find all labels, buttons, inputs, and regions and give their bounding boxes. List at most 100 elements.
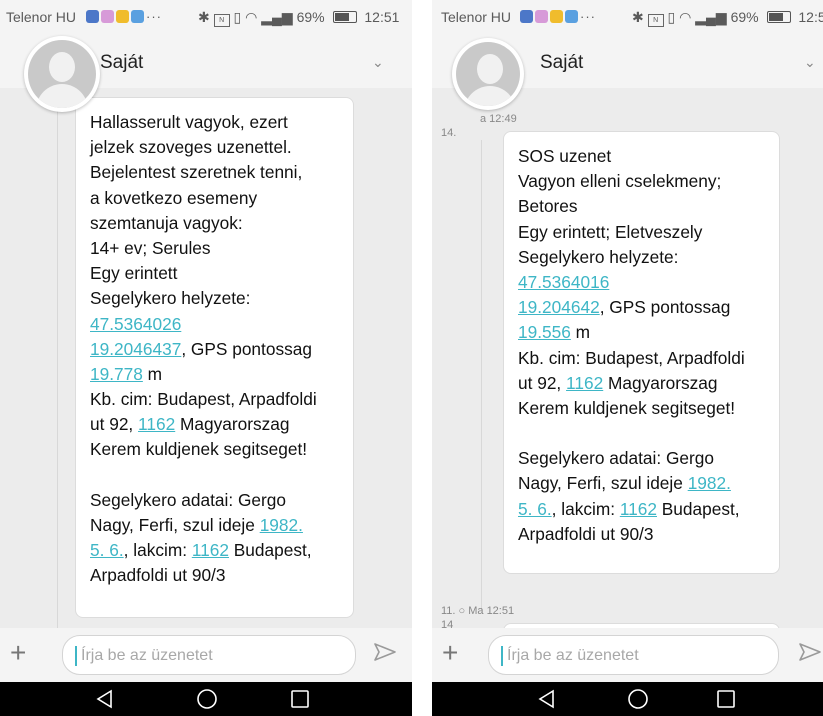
home-icon[interactable] [195,682,219,716]
app-icon [550,10,563,23]
bluetooth-icon: ✱ [632,9,644,25]
message-line: ut 92, 1162 Magyarorszag [90,412,339,437]
send-icon[interactable] [798,641,822,663]
message-icon [131,10,144,23]
navigation-bar [432,682,823,716]
message-text: 14+ ev; Serules [90,237,211,258]
message-text: , lakcim: [551,498,620,519]
message-line: 19.778 m [90,362,339,387]
avatar[interactable] [24,36,100,112]
message-text: Egy erintett [90,263,178,284]
message-link[interactable]: 1162 [192,540,229,560]
message-link[interactable]: 5. 6. [90,540,124,560]
message-link[interactable]: 1162 [566,373,603,393]
home-icon[interactable] [626,682,650,716]
message-text: Segelykero helyzete: [90,288,251,309]
battery-percent: 69% [730,9,759,25]
message-text: Kb. cim: Budapest, Arpadfoldi [90,389,317,410]
message-line: 19.2046437, GPS pontossag [90,337,339,362]
message-line: 47.5364026 [90,312,339,337]
message-line: 5. 6., lakcim: 1162 Budapest, [518,497,765,522]
message-link[interactable]: 1982. [688,473,731,493]
message-text: , lakcim: [123,540,192,561]
message-line: 19.556 m [518,320,765,345]
wifi-icon: ◠ [679,9,692,25]
message-text: Nagy, Ferfi, szul ideje [90,515,260,535]
message-text: Kb. cim: Budapest, Arpadfoldi [518,347,745,368]
message-text: Segelykero adatai: Gergo [90,489,286,510]
message-text: Betores [518,196,578,217]
plus-icon[interactable]: + [442,638,458,668]
chevron-down-icon[interactable]: ⌄ [372,54,384,71]
message-line: 47.5364016 [518,270,765,295]
back-icon[interactable] [535,682,559,716]
message-link[interactable]: 19.204642 [518,297,600,317]
carrier-name: Telenor HU [6,9,77,25]
recents-icon[interactable] [288,682,312,716]
timeline-line [481,140,482,610]
clock: 12:51 [364,9,400,25]
message-line: Nagy, Ferfi, szul ideje 1982. [90,513,339,538]
message-input-placeholder: Írja be az üzenetet [507,647,639,664]
message-icon [565,10,578,23]
recents-icon[interactable] [714,682,738,716]
timestamp: a 12:49 [480,113,517,125]
phone-screen-left: Telenor HU ··· ✱ N ▯ ◠ ▂▄▆ 69% 12:51 Saj… [0,0,412,716]
message-text: Magyarorszag [603,372,718,393]
send-icon[interactable] [373,641,397,663]
message-text: , GPS pontossag [181,338,312,359]
message-text: Arpadfoldi ut 90/3 [90,565,226,586]
message-text: Kerem kuldjenek segitseget! [518,397,736,418]
message-link[interactable]: 1162 [138,414,175,434]
message-line: 5. 6., lakcim: 1162 Budapest, [90,538,339,563]
message-input[interactable]: Írja be az üzenetet [62,635,356,675]
message-text: Kerem kuldjenek segitseget! [90,439,308,460]
message-text: Budapest, [228,540,312,561]
message-link[interactable]: 47.5364026 [90,314,181,334]
message-line: Egy erintett; Eletveszely [518,220,765,245]
system-status: ✱ N ▯ ◠ ▂▄▆ 69% 12:51 [198,9,399,27]
app-icon [116,10,129,23]
message-link[interactable]: 19.556 [518,322,571,342]
message-line: szemtanuja vagyok: [90,211,339,236]
battery-icon [766,11,791,23]
nfc-icon: N [647,14,664,27]
message-link[interactable]: 19.2046437 [90,339,181,359]
message-line: 19.204642, GPS pontossag [518,295,765,320]
input-bar: + Írja be az üzenetet [432,628,823,682]
message-link[interactable]: 19.778 [90,364,143,384]
battery-percent: 69% [296,9,325,25]
message-line: Segelykero helyzete: [90,286,339,311]
app-icon [535,10,548,23]
nfc-icon: N [213,14,230,27]
message-text: Arpadfoldi ut 90/3 [518,523,654,544]
message-bubble[interactable]: Hallasserult vagyok, ezert jelzek szovege… [75,97,354,618]
message-input[interactable]: Írja be az üzenetet [488,635,779,675]
message-bubble[interactable]: SOS uzenet Vagyon elleni cselekmeny; Betor… [503,131,780,574]
message-text: Budapest, [656,498,740,519]
plus-icon[interactable]: + [10,638,26,668]
message-text: , GPS pontossag [599,297,731,318]
message-line: Hallasserult vagyok, ezert [90,110,339,135]
message-text: ut 92, [90,414,139,435]
message-line: 14+ ev; Serules [90,236,339,261]
timestamp-index: 14. [441,127,457,139]
message-link[interactable]: 1982. [260,515,303,535]
message-line: a kovetkezo esemeny [90,186,339,211]
notification-icons: ··· [86,9,162,24]
message-text: Vagyon elleni cselekmeny; [518,171,722,192]
message-link[interactable]: 5. 6. [518,499,552,519]
message-link[interactable]: 47.5364016 [518,272,609,292]
battery-icon [332,11,357,23]
message-text: Bejelentest szeretnek tenni, [90,162,303,183]
message-line: Arpadfoldi ut 90/3 [90,563,339,588]
avatar[interactable] [452,38,524,110]
message-line: Arpadfoldi ut 90/3 [518,522,765,547]
chevron-down-icon[interactable]: ⌄ [804,54,816,71]
back-icon[interactable] [93,682,117,716]
message-text: Hallasserult vagyok, ezert [90,112,288,132]
app-icon [101,10,114,23]
message-link[interactable]: 1162 [620,499,657,519]
message-line: SOS uzenet [518,144,765,169]
